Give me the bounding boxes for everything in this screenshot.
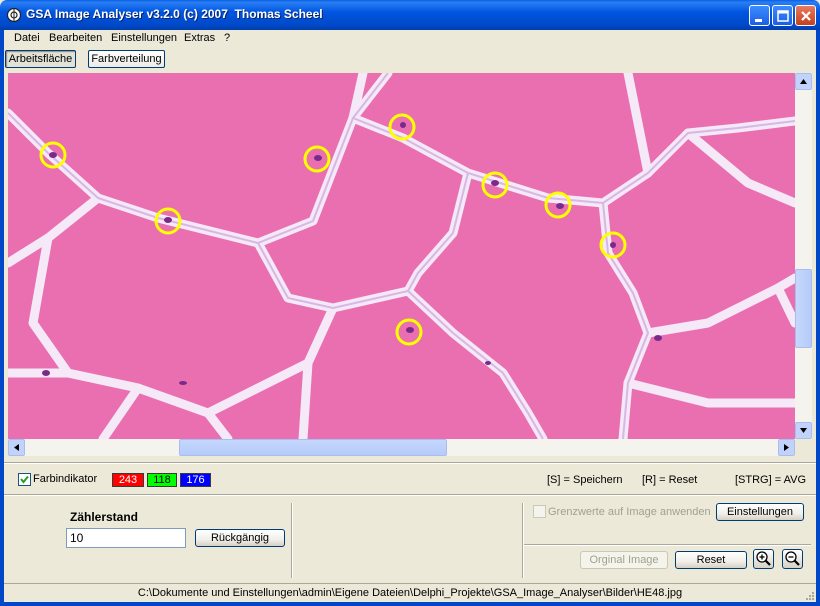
checkmark-icon [20,475,29,484]
menu-extras[interactable]: Extras [180,31,219,45]
maximize-icon [777,10,789,22]
panel-divider [523,503,524,578]
scroll-right-button[interactable] [778,439,795,456]
menu-bearbeiten[interactable]: Bearbeiten [45,31,106,45]
window-title: GSA Image Analyser v3.2.0 (c) 2007 Thoma… [26,7,323,21]
counter-label: Zählerstand [70,510,139,524]
window-frame-bottom [0,602,820,606]
horizontal-scroll-thumb[interactable] [179,439,447,456]
app-icon [6,7,22,23]
minimize-icon [755,19,762,22]
file-path-text: C:\Dokumente und Einstellungen\admin\Eig… [137,587,683,599]
original-image-button[interactable]: Orginal Image [580,551,668,569]
reset-button[interactable]: Reset [675,551,747,569]
undo-button[interactable]: Rückgängig [195,529,285,547]
scroll-left-button[interactable] [8,439,25,456]
close-button[interactable] [795,5,816,26]
menu-bar: Datei Bearbeiten Einstellungen Extras ? [4,30,816,48]
maximize-button[interactable] [772,5,793,26]
zoom-in-button[interactable] [753,549,774,569]
tab-arbeitsflaeche[interactable]: Arbeitsfläche [5,50,76,68]
vertical-scroll-thumb[interactable] [795,269,812,348]
status-bar: C:\Dokumente und Einstellungen\admin\Eig… [4,583,816,602]
divider [4,463,816,464]
threshold-checkbox[interactable] [533,505,546,518]
zoom-out-button[interactable] [782,549,803,569]
histology-image[interactable] [8,73,795,439]
green-value-box: 118 [147,473,177,487]
resize-grip-icon[interactable] [803,589,815,601]
title-bar[interactable]: GSA Image Analyser v3.2.0 (c) 2007 Thoma… [0,0,820,30]
scroll-up-button[interactable] [795,73,812,90]
divider [524,545,811,546]
red-value-box: 243 [112,473,144,487]
zoom-out-icon [785,551,800,566]
divider [4,495,816,496]
arrow-left-icon [14,444,19,451]
color-indicator-label: Farbindikator [33,473,98,485]
menu-einstellungen[interactable]: Einstellungen [107,31,181,45]
color-indicator-checkbox[interactable] [18,473,31,486]
arrow-right-icon [784,444,789,451]
tab-farbverteilung[interactable]: Farbverteilung [88,50,165,68]
menu-datei[interactable]: Datei [10,31,44,45]
scrollbar-corner [795,439,812,456]
threshold-label: Grenzwerte auf Image anwenden [548,506,711,518]
shortcut-reset-text: [R] = Reset [642,474,698,486]
window-frame-right [816,30,820,606]
shortcut-save-text: [S] = Speichern [547,474,623,486]
minimize-button[interactable] [749,5,770,26]
window-frame-left [0,30,4,606]
counter-field[interactable]: 10 [66,528,186,548]
zoom-in-icon [756,551,771,566]
menu-help[interactable]: ? [220,31,234,45]
settings-button[interactable]: Einstellungen [716,503,804,521]
shortcut-avg-text: [STRG] = AVG [735,474,807,486]
horizontal-scrollbar[interactable] [8,439,795,456]
arrow-up-icon [800,79,807,84]
histology-image-canvas [8,73,795,439]
scroll-down-button[interactable] [795,422,812,439]
vertical-scrollbar[interactable] [795,73,812,439]
arrow-down-icon [800,428,807,433]
panel-divider [292,503,293,578]
close-icon [801,11,811,21]
blue-value-box: 176 [180,473,211,487]
